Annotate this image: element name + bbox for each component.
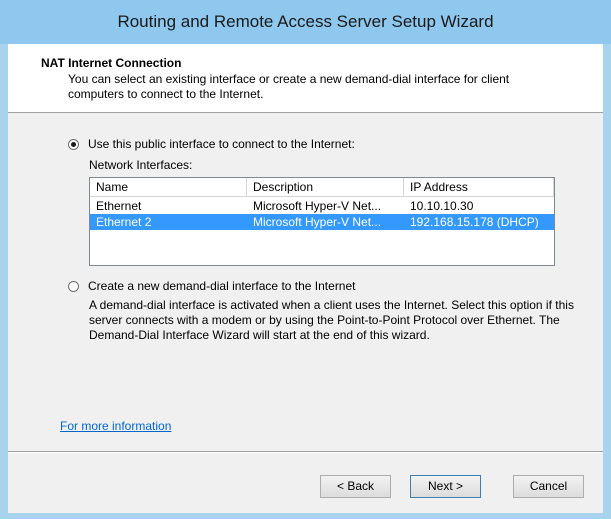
row-description: Microsoft Hyper-V Net... [253,199,382,213]
network-interfaces-label: Network Interfaces: [89,158,193,172]
row-ip: 10.10.10.30 [410,199,474,213]
demand-dial-radio[interactable] [68,281,79,292]
wizard-header: NAT Internet Connection You can select a… [8,44,603,113]
footer-divider-highlight [8,452,603,453]
more-information-link[interactable]: For more information [60,419,171,433]
column-header-description[interactable]: Description [247,178,404,196]
row-description: Microsoft Hyper-V Net... [253,215,382,229]
column-header-name[interactable]: Name [90,178,247,196]
next-button[interactable]: Next > [410,475,481,498]
cancel-button[interactable]: Cancel [513,475,584,498]
back-button[interactable]: < Back [320,475,391,498]
row-name: Ethernet [96,199,142,213]
table-row[interactable]: Ethernet Microsoft Hyper-V Net... 10.10.… [90,198,554,214]
public-interface-label[interactable]: Use this public interface to connect to … [88,137,355,151]
network-interfaces-list[interactable]: Name Description IP Address Ethernet Mic… [89,177,555,266]
page-title: NAT Internet Connection [41,56,182,70]
column-header-ip[interactable]: IP Address [404,178,554,196]
row-name: Ethernet 2 [96,215,152,229]
list-header: Name Description IP Address [90,178,554,197]
window-title: Routing and Remote Access Server Setup W… [0,0,611,44]
table-row[interactable]: Ethernet 2 Microsoft Hyper-V Net... 192.… [90,214,554,230]
page-description: You can select an existing interface or … [68,72,510,101]
demand-dial-label[interactable]: Create a new demand-dial interface to th… [88,279,356,293]
row-ip: 192.168.15.178 (DHCP) [410,215,539,229]
wizard-body: NAT Internet Connection You can select a… [8,44,603,513]
demand-dial-description: A demand-dial interface is activated whe… [89,298,574,342]
wizard-window: Routing and Remote Access Server Setup W… [0,0,611,519]
public-interface-radio[interactable] [68,139,79,150]
